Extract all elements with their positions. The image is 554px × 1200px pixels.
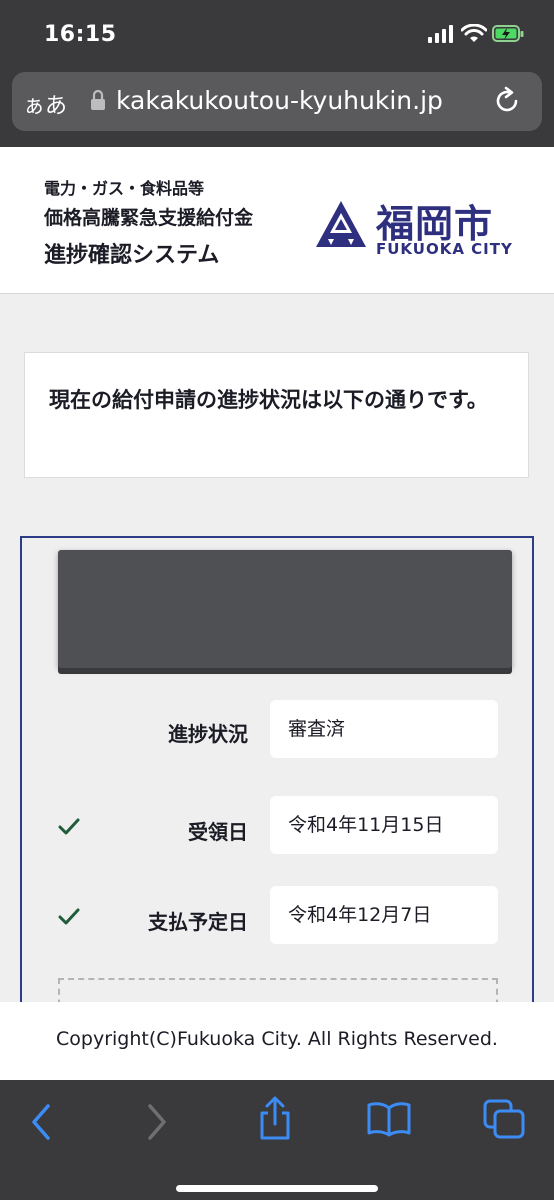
wifi-icon: [461, 24, 487, 42]
payment-date-value: 令和4年12月7日: [270, 886, 498, 944]
status-card: 進捗状況 審査済 受領日 令和4年11月15日 支払予定日 令和4年12月7日: [20, 536, 534, 1038]
received-date-value: 令和4年11月15日: [270, 796, 498, 854]
back-arrow-icon[interactable]: [26, 1102, 56, 1142]
check-icon: [58, 818, 80, 835]
share-icon[interactable]: [256, 1096, 294, 1142]
progress-status-value: 審査済: [270, 700, 498, 758]
site-header: 電力・ガス・食料品等 価格高騰緊急支援給付金 進捗確認システム 福岡市 FUKU…: [0, 147, 554, 294]
browser-toolbar: [0, 1080, 554, 1200]
status-bar: 16:15: [0, 0, 554, 72]
status-notice: 現在の給付申請の進捗状況は以下の通りです。: [24, 352, 529, 478]
payment-date-label: 支払予定日: [148, 910, 248, 934]
fukuoka-city-emblem-icon: [316, 201, 366, 247]
header-line-1: 電力・ガス・食料品等: [44, 179, 205, 198]
book-icon[interactable]: [366, 1100, 412, 1138]
tabs-icon[interactable]: [482, 1098, 526, 1140]
reload-icon[interactable]: [492, 86, 522, 116]
home-indicator: [176, 1185, 378, 1192]
copyright-text: Copyright(C)Fukuoka City. All Rights Res…: [56, 1028, 498, 1050]
site-footer: Copyright(C)Fukuoka City. All Rights Res…: [0, 1002, 554, 1080]
url-text[interactable]: kakakukoutou-kyuhukin.jp: [116, 86, 443, 115]
text-size-button[interactable]: ぁあ: [23, 88, 67, 120]
status-time: 16:15: [44, 22, 117, 47]
check-icon: [58, 908, 80, 925]
system-title: 進捗確認システム: [44, 243, 220, 268]
signal-bars-icon: [428, 25, 453, 43]
lock-icon: [91, 89, 105, 110]
redacted-area: [58, 550, 512, 668]
address-bar[interactable]: ぁあ kakakukoutou-kyuhukin.jp: [12, 72, 542, 131]
forward-arrow-icon[interactable]: [142, 1102, 172, 1142]
header-line-2: 価格高騰緊急支援給付金: [44, 207, 254, 229]
battery-charging-icon: [492, 25, 524, 42]
received-date-label: 受領日: [188, 820, 248, 844]
progress-status-label: 進捗状況: [168, 722, 248, 746]
notice-text: 現在の給付申請の進捗状況は以下の通りです。: [49, 388, 488, 412]
browser-chrome-top: 16:15 ぁあ kakakukoutou-kyuhukin.jp: [0, 0, 554, 147]
city-logo-english: FUKUOKA CITY: [376, 240, 513, 258]
